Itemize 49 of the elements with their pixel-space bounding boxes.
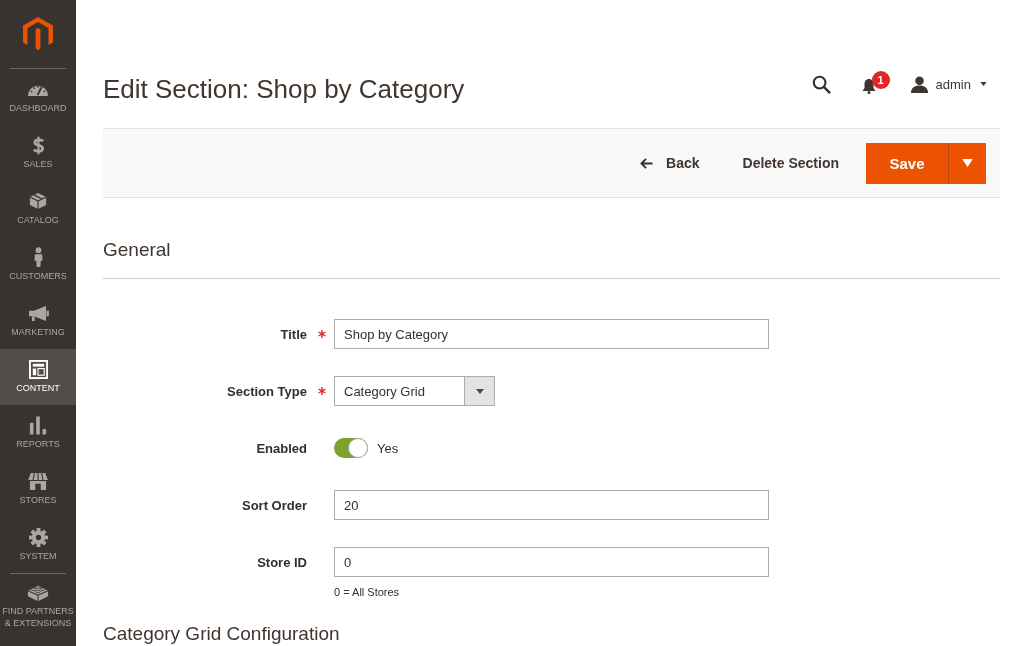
logo-icon: [23, 17, 53, 51]
box-icon: [29, 192, 47, 210]
sidebar-menu-item[interactable]: MARKETING: [0, 293, 76, 349]
megaphone-icon: [27, 304, 49, 322]
dollar-icon: [31, 135, 45, 155]
save-options-button[interactable]: [948, 142, 986, 184]
sidebar-menu-item[interactable]: SYSTEM: [0, 517, 76, 573]
storefront-icon: [27, 472, 49, 490]
save-button[interactable]: Save: [866, 142, 948, 184]
text-input[interactable]: 20: [334, 490, 769, 520]
user-icon: [910, 75, 928, 93]
person-icon: [32, 247, 44, 267]
layout-icon: [28, 359, 48, 379]
user-menu-button[interactable]: admin: [910, 75, 987, 93]
caret-icon: [980, 82, 987, 86]
back-button[interactable]: Back: [630, 145, 710, 181]
page-title: Edit Section: Shop by Category: [103, 73, 465, 106]
caret-icon: [962, 159, 973, 167]
gear-icon: [28, 527, 48, 547]
section-title: General: [103, 239, 171, 260]
search-button[interactable]: [811, 74, 831, 94]
field-label: Title: [280, 326, 308, 342]
text-input[interactable]: Shop by Category: [334, 319, 769, 349]
sidebar-menu-item[interactable]: SALES: [0, 125, 76, 181]
sidebar-menu-item[interactable]: FIND PARTNERS & EXTENSIONS: [0, 574, 76, 629]
sidebar-menu-item[interactable]: CUSTOMERS: [0, 237, 76, 293]
arrow-left-icon: [640, 157, 654, 169]
field-label: Store ID: [257, 554, 308, 570]
select-field[interactable]: Category Grid: [334, 376, 495, 406]
bar-chart-icon: [29, 415, 47, 435]
toggle-switch[interactable]: [334, 438, 368, 458]
search-icon: [811, 74, 831, 94]
bell-icon: [861, 78, 876, 94]
sidebar-menu-item[interactable]: REPORTS: [0, 405, 76, 461]
field-note: 0 = All Stores: [334, 586, 401, 598]
sidebar-menu-item[interactable]: CONTENT: [0, 349, 76, 405]
sidebar-menu-item[interactable]: DASHBOARD: [0, 69, 76, 125]
field-label: Section Type: [227, 383, 308, 399]
caret-icon: [475, 388, 484, 394]
field-label: Sort Order: [242, 497, 308, 513]
notification-badge: 1: [871, 71, 890, 89]
section-title: Category Grid Configuration: [103, 623, 340, 644]
field-label: Enabled: [256, 440, 308, 456]
sidebar-menu-item[interactable]: STORES: [0, 461, 76, 517]
toggle-state-label: Yes: [377, 440, 399, 456]
sidebar-menu-item[interactable]: CATALOG: [0, 181, 76, 237]
delete-section-button[interactable]: Delete Section: [732, 145, 849, 181]
text-input[interactable]: 0: [334, 547, 769, 577]
brick-icon: [27, 582, 49, 602]
